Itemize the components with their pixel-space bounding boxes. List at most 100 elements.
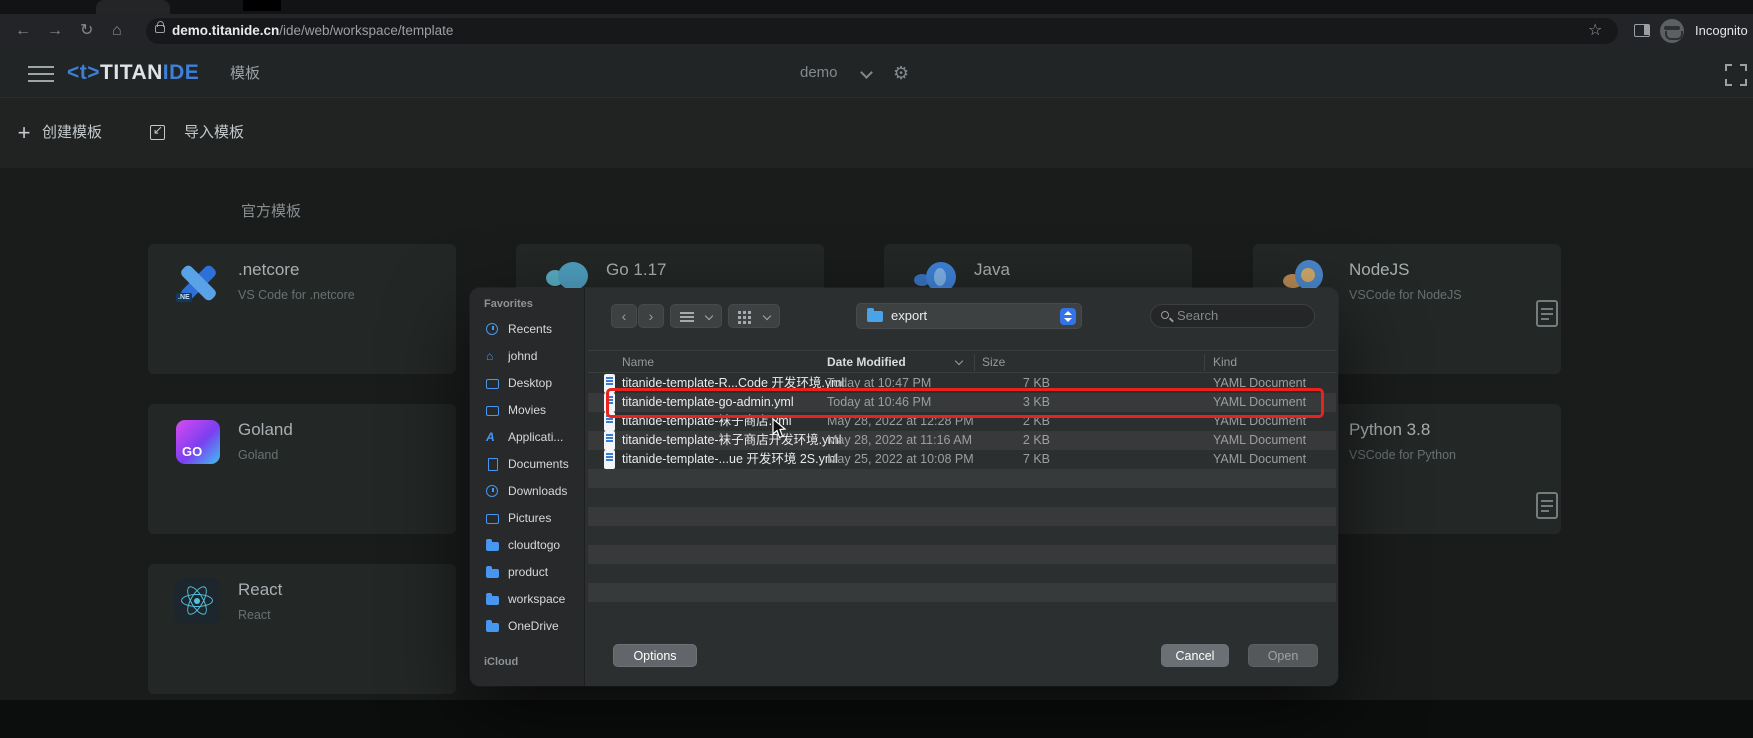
folder-icon <box>486 623 499 632</box>
file-row[interactable]: titanide-template-袜子商店开发环境.ymlMay 28, 20… <box>588 431 1336 450</box>
highlight-red-box <box>606 388 1324 418</box>
url-domain: demo.titanide.cn <box>172 23 279 38</box>
incognito-avatar-icon[interactable] <box>1660 19 1684 43</box>
pictures-icon <box>486 514 499 524</box>
url-path: /ide/web/workspace/template <box>279 23 453 38</box>
chevron-down-icon <box>705 312 713 320</box>
url-text[interactable]: demo.titanide.cn/ide/web/workspace/templ… <box>172 14 453 48</box>
menu-icon[interactable] <box>28 66 54 82</box>
search-input[interactable]: Search <box>1150 304 1315 328</box>
dialog-forward-button[interactable]: › <box>638 304 664 328</box>
import-template-button[interactable]: 导入模板 <box>184 98 244 168</box>
sidebar-item-applications[interactable]: AApplicati... <box>470 424 585 451</box>
home-icon: ⌂ <box>486 350 499 363</box>
location-label: export <box>891 304 927 328</box>
column-divider <box>974 354 975 371</box>
document-stack-icon[interactable] <box>1536 300 1558 327</box>
template-card-netcore[interactable]: .NE .netcore VS Code for .netcore <box>148 244 456 374</box>
goland-icon: GO <box>176 420 220 464</box>
empty-row <box>588 507 1336 526</box>
location-dropdown[interactable]: export <box>856 303 1082 329</box>
reload-icon[interactable]: ↻ <box>80 14 93 48</box>
browser-tab-dark[interactable] <box>243 0 281 11</box>
card-title: Goland <box>238 420 293 440</box>
sidebar-item-documents[interactable]: Documents <box>470 451 585 478</box>
column-name[interactable]: Name <box>622 351 654 374</box>
lock-icon <box>155 25 165 33</box>
create-template-button[interactable]: 创建模板 <box>42 98 102 168</box>
grid-view-button[interactable] <box>728 304 780 328</box>
bottom-strip <box>0 700 1753 738</box>
empty-row <box>588 602 1336 621</box>
options-button[interactable]: Options <box>613 644 697 667</box>
icloud-header: iCloud <box>484 656 518 668</box>
empty-row <box>588 583 1336 602</box>
empty-row <box>588 469 1336 488</box>
sidebar-item-downloads[interactable]: Downloads <box>470 478 585 505</box>
empty-row <box>588 526 1336 545</box>
workspace-selector[interactable]: demo <box>800 48 838 98</box>
list-view-button[interactable] <box>670 304 722 328</box>
card-title: Java <box>974 260 1010 280</box>
sidebar-item-desktop[interactable]: Desktop <box>470 370 585 397</box>
card-subtitle: VSCode for Python <box>1349 448 1456 462</box>
sidebar-item-pictures[interactable]: Pictures <box>470 505 585 532</box>
card-title: Python 3.8 <box>1349 420 1430 440</box>
app-logo[interactable]: <t>TITANIDE <box>67 48 199 98</box>
chevron-down-icon <box>763 312 771 320</box>
card-title: Go 1.17 <box>606 260 667 280</box>
file-list-header: Name Date Modified Size Kind <box>588 350 1336 373</box>
react-icon <box>174 578 220 624</box>
column-size[interactable]: Size <box>982 351 1005 374</box>
search-icon <box>1161 311 1169 319</box>
sidebar-item-home[interactable]: ⌂johnd <box>470 343 585 370</box>
card-title: React <box>238 580 282 600</box>
empty-row <box>588 488 1336 507</box>
plus-icon[interactable]: + <box>14 123 34 143</box>
side-panel-icon[interactable] <box>1634 24 1650 37</box>
dialog-sidebar: Favorites Recents ⌂johnd Desktop Movies … <box>470 288 585 686</box>
column-date-modified[interactable]: Date Modified <box>827 351 906 374</box>
film-icon <box>486 406 499 416</box>
desktop-icon <box>486 379 499 389</box>
document-stack-icon[interactable] <box>1536 492 1558 519</box>
back-icon[interactable]: ← <box>15 14 31 48</box>
card-title: NodeJS <box>1349 260 1409 280</box>
column-kind[interactable]: Kind <box>1213 351 1237 374</box>
sidebar-item-movies[interactable]: Movies <box>470 397 585 424</box>
folder-icon <box>486 596 499 605</box>
folder-icon <box>486 569 499 578</box>
sidebar-item-recents[interactable]: Recents <box>470 316 585 343</box>
favorites-header: Favorites <box>484 298 533 310</box>
stepper-icon[interactable] <box>1060 308 1076 325</box>
bookmark-star-icon[interactable]: ☆ <box>1588 14 1602 48</box>
gear-icon[interactable]: ⚙ <box>893 48 909 98</box>
page-title: 模板 <box>230 48 260 98</box>
import-icon[interactable] <box>150 125 165 140</box>
action-bar <box>0 98 1753 168</box>
card-subtitle: React <box>238 608 271 622</box>
dotnet-icon: .NE <box>176 260 220 304</box>
dialog-back-button[interactable]: ‹ <box>611 304 637 328</box>
sidebar-item-product[interactable]: product <box>470 559 585 586</box>
browser-tab[interactable] <box>96 0 170 14</box>
template-card-goland[interactable]: GO Goland Goland <box>148 404 456 534</box>
card-subtitle: VS Code for .netcore <box>238 288 355 302</box>
cancel-button[interactable]: Cancel <box>1161 644 1229 667</box>
empty-row <box>588 564 1336 583</box>
open-button[interactable]: Open <box>1248 644 1318 667</box>
incognito-label: Incognito <box>1695 14 1753 48</box>
sort-chevron-icon <box>955 357 963 365</box>
sidebar-item-onedrive[interactable]: OneDrive <box>470 613 585 640</box>
home-icon[interactable]: ⌂ <box>112 14 122 48</box>
sidebar-item-cloudtogo[interactable]: cloudtogo <box>470 532 585 559</box>
template-card-react[interactable]: React React <box>148 564 456 694</box>
sidebar-item-workspace[interactable]: workspace <box>470 586 585 613</box>
forward-icon[interactable]: → <box>47 14 63 48</box>
app-header <box>0 48 1753 98</box>
file-open-dialog: Favorites Recents ⌂johnd Desktop Movies … <box>470 288 1338 686</box>
logo-ide: IDE <box>163 61 200 84</box>
fullscreen-icon[interactable] <box>1725 64 1747 86</box>
file-row[interactable]: titanide-template-...ue 开发环境 2S.ymlMay 2… <box>588 450 1336 469</box>
card-subtitle: Goland <box>238 448 278 462</box>
